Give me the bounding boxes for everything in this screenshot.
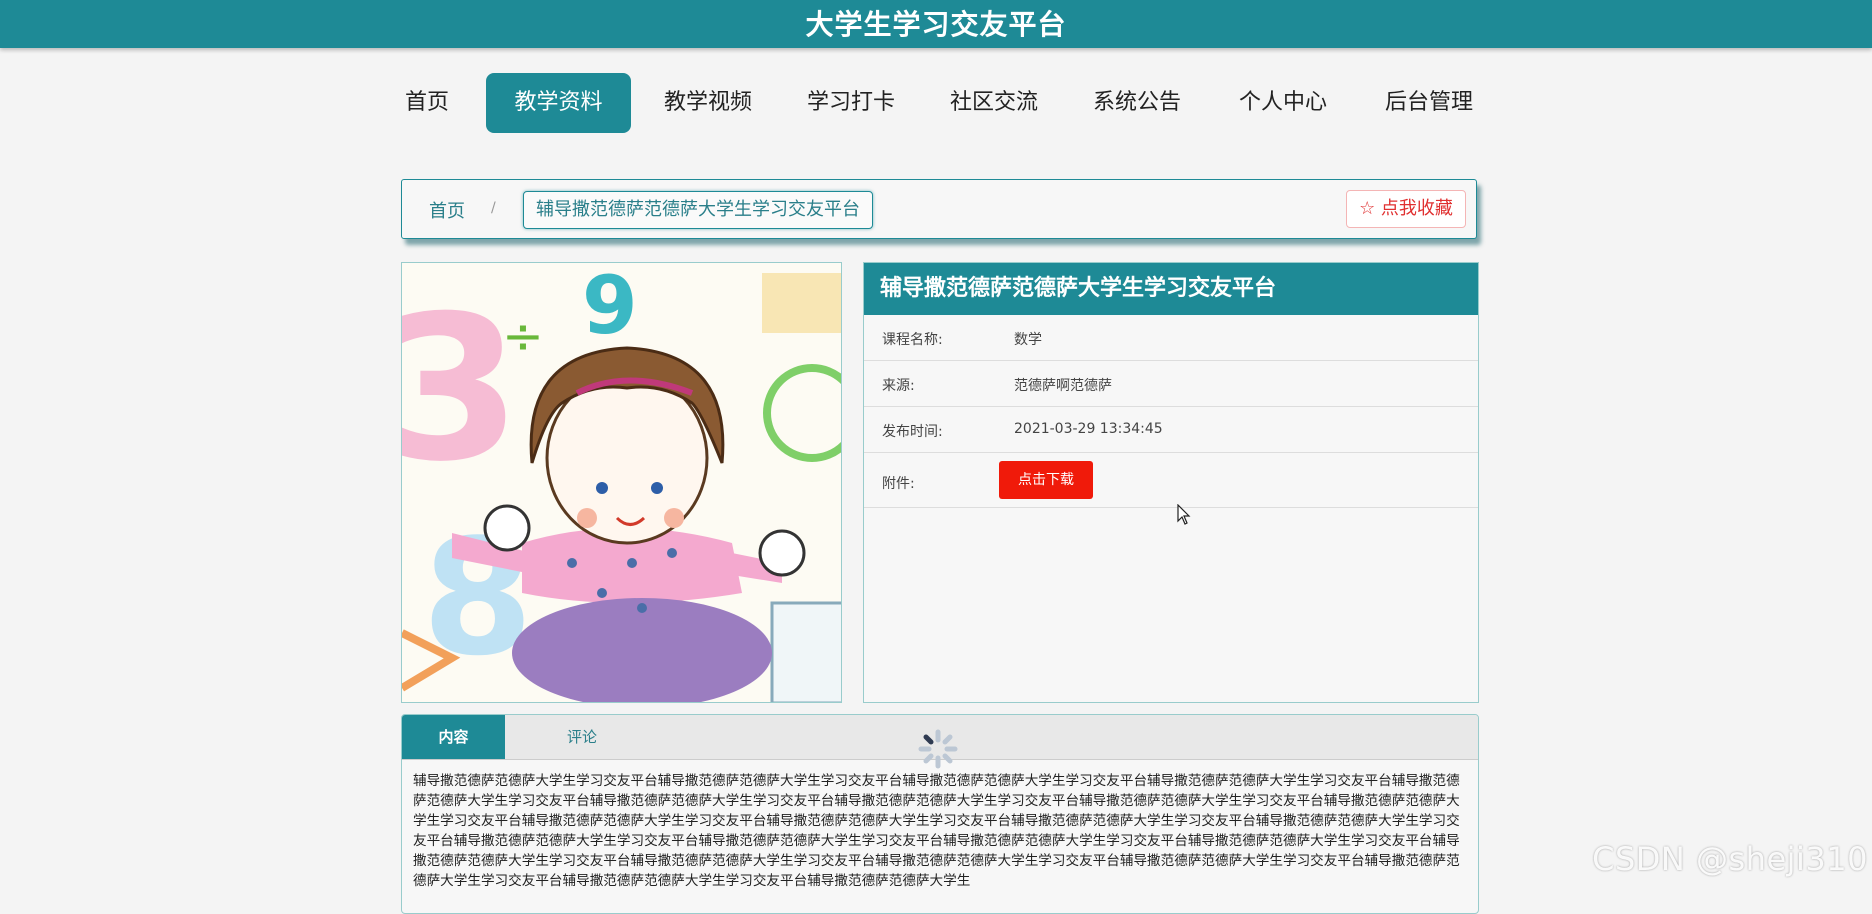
main-nav: 首页 教学资料 教学视频 学习打卡 社区交流 系统公告 个人中心 后台管理 — [0, 73, 1872, 133]
nav-item-announcements[interactable]: 系统公告 — [1093, 73, 1181, 133]
course-cover-image: 3 9 ÷ 8 — [401, 262, 842, 703]
watermark: CSDN @sheji310 — [1592, 840, 1868, 878]
info-label: 附件: — [882, 476, 915, 492]
info-row-course-name: 课程名称: 数学 — [864, 315, 1478, 361]
nav-item-personal-center[interactable]: 个人中心 — [1239, 73, 1327, 133]
tab-content[interactable]: 内容 — [402, 715, 505, 759]
info-label: 课程名称: — [882, 332, 943, 348]
info-value: 数学 — [1014, 332, 1042, 348]
info-value: 范德萨啊范德萨 — [1014, 378, 1112, 394]
nav-item-home[interactable]: 首页 — [405, 73, 449, 133]
breadcrumb: 首页 / 辅导撒范德萨范德萨大学生学习交友平台 ☆ 点我收藏 — [401, 179, 1477, 239]
breadcrumb-separator: / — [491, 200, 496, 216]
mouse-cursor-icon — [1177, 504, 1191, 525]
info-value: 2021-03-29 13:34:45 — [1014, 421, 1163, 437]
nav-item-admin[interactable]: 后台管理 — [1385, 73, 1473, 133]
svg-text:÷: ÷ — [502, 307, 544, 365]
nav-item-study-checkin[interactable]: 学习打卡 — [807, 73, 895, 133]
breadcrumb-home-link[interactable]: 首页 — [429, 197, 465, 223]
nav-item-teaching-materials[interactable]: 教学资料 — [486, 73, 631, 133]
course-info-panel: 辅导撒范德萨范德萨大学生学习交友平台 课程名称: 数学 来源: 范德萨啊范德萨 … — [863, 262, 1479, 703]
nav-item-community[interactable]: 社区交流 — [950, 73, 1038, 133]
info-label: 发布时间: — [882, 424, 943, 440]
loading-spinner-icon — [918, 729, 958, 769]
app-title: 大学生学习交友平台 — [805, 8, 1067, 41]
top-header-bar: 大学生学习交友平台 — [0, 0, 1872, 48]
download-button[interactable]: 点击下载 — [999, 461, 1093, 499]
info-row-source: 来源: 范德萨啊范德萨 — [864, 361, 1478, 407]
info-row-publish-time: 发布时间: 2021-03-29 13:34:45 — [864, 407, 1478, 453]
course-content-text: 辅导撒范德萨范德萨大学生学习交友平台辅导撒范德萨范德萨大学生学习交友平台辅导撒范… — [413, 773, 1460, 889]
info-label: 来源: — [882, 378, 915, 394]
course-title: 辅导撒范德萨范德萨大学生学习交友平台 — [864, 263, 1478, 315]
tab-comments[interactable]: 评论 — [542, 715, 622, 759]
breadcrumb-current: 辅导撒范德萨范德萨大学生学习交友平台 — [523, 191, 873, 229]
info-row-attachment: 附件: 点击下载 — [864, 453, 1478, 508]
svg-text:9: 9 — [582, 263, 638, 352]
favorite-button[interactable]: ☆ 点我收藏 — [1346, 190, 1466, 228]
cartoon-girl-illustration: 3 9 ÷ 8 — [402, 263, 841, 702]
nav-item-teaching-videos[interactable]: 教学视频 — [664, 73, 752, 133]
